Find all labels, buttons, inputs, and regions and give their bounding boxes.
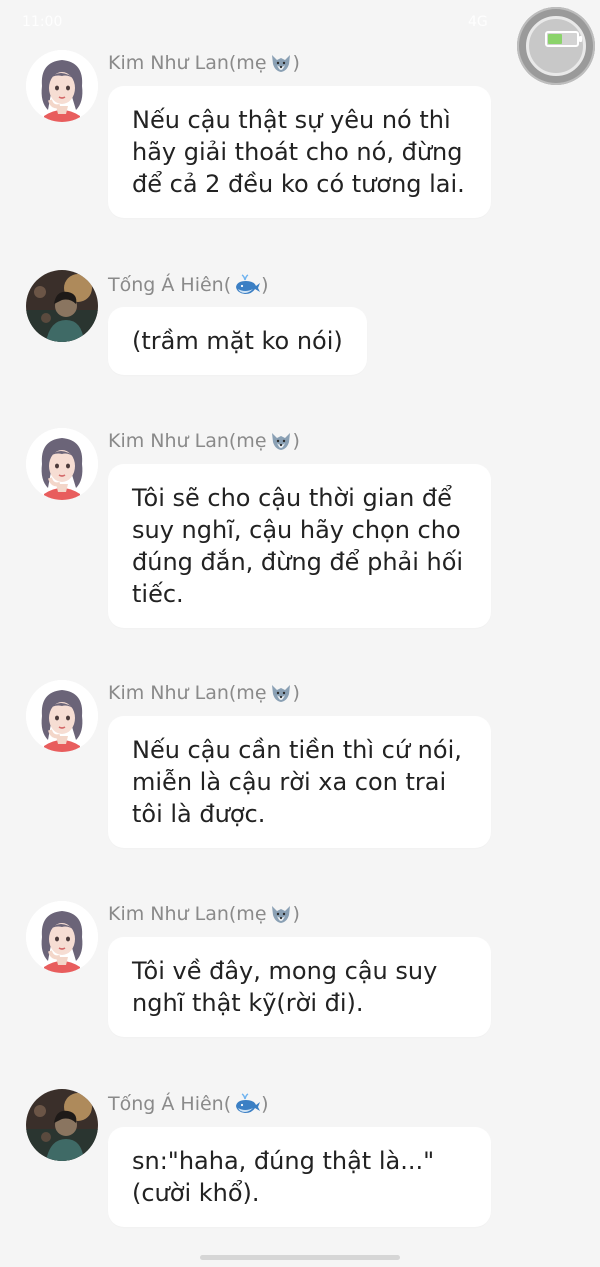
woman-avatar[interactable] xyxy=(26,680,98,752)
sender-name: Tống Á Hiên( ) xyxy=(108,1089,269,1119)
message-bubble[interactable]: Nếu cậu thật sự yêu nó thì hãy giải thoá… xyxy=(108,86,491,218)
status-signal: 4G xyxy=(468,14,488,30)
floating-assistive-ball[interactable] xyxy=(517,7,595,85)
sender-name-closing: ) xyxy=(292,903,300,925)
message-bubble[interactable]: sn:"haha, đúng thật là..."(cười khổ). xyxy=(108,1127,491,1227)
message-bubble[interactable]: (trầm mặt ko nói) xyxy=(108,307,367,375)
whale-icon xyxy=(233,1092,261,1116)
wolf-icon xyxy=(269,429,293,453)
sender-name: Kim Như Lan(mẹ ) xyxy=(108,899,300,929)
sender-name-text: Kim Như Lan(mẹ xyxy=(108,903,267,925)
woman-avatar[interactable] xyxy=(26,901,98,973)
sender-name-closing: ) xyxy=(292,52,300,74)
man-avatar[interactable] xyxy=(26,270,98,342)
sender-name-text: Tống Á Hiên( xyxy=(108,1093,232,1115)
home-indicator[interactable] xyxy=(200,1255,400,1260)
message-bubble[interactable]: Nếu cậu cần tiền thì cứ nói, miễn là cậu… xyxy=(108,716,491,848)
status-bar: 11:00 4G xyxy=(0,0,600,40)
wolf-icon xyxy=(269,902,293,926)
message-bubble[interactable]: Tôi sẽ cho cậu thời gian để suy nghĩ, cậ… xyxy=(108,464,491,628)
sender-name-closing: ) xyxy=(261,274,269,296)
sender-name-text: Tống Á Hiên( xyxy=(108,274,232,296)
sender-name-text: Kim Như Lan(mẹ xyxy=(108,682,267,704)
woman-avatar[interactable] xyxy=(26,50,98,122)
man-avatar[interactable] xyxy=(26,1089,98,1161)
sender-name-closing: ) xyxy=(292,430,300,452)
message-bubble[interactable]: Tôi về đây, mong cậu suy nghĩ thật kỹ(rờ… xyxy=(108,937,491,1037)
sender-name-closing: ) xyxy=(292,682,300,704)
sender-name: Tống Á Hiên( ) xyxy=(108,270,269,300)
wolf-icon xyxy=(269,51,293,75)
battery-icon xyxy=(545,31,582,47)
whale-icon xyxy=(233,273,261,297)
woman-avatar[interactable] xyxy=(26,428,98,500)
sender-name-text: Kim Như Lan(mẹ xyxy=(108,430,267,452)
sender-name-text: Kim Như Lan(mẹ xyxy=(108,52,267,74)
sender-name-closing: ) xyxy=(261,1093,269,1115)
sender-name: Kim Như Lan(mẹ ) xyxy=(108,426,300,456)
wolf-icon xyxy=(269,681,293,705)
status-time: 11:00 xyxy=(22,14,63,30)
sender-name: Kim Như Lan(mẹ ) xyxy=(108,678,300,708)
sender-name: Kim Như Lan(mẹ ) xyxy=(108,48,300,78)
